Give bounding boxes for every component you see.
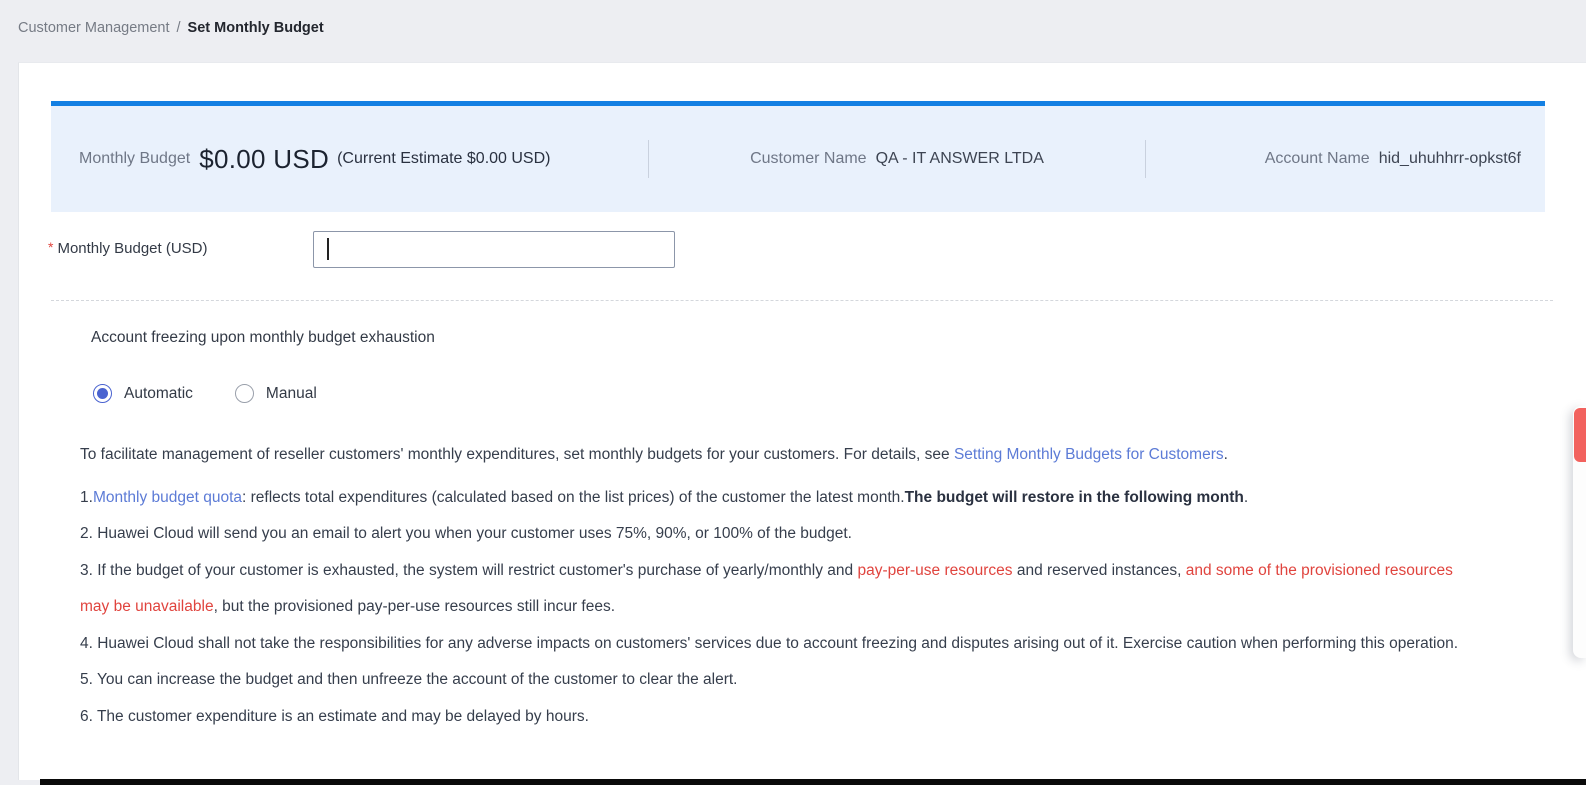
intro-text: To facilitate management of reseller cus… [80,446,954,463]
item3-red-1: pay-per-use resources [857,562,1012,579]
item3-text-3: , but the provisioned pay-per-use resour… [214,598,615,615]
breadcrumb-set-monthly-budget: Set Monthly Budget [188,20,324,36]
account-name-value: hid_uhuhhrr-opkst6f [1379,150,1521,168]
window-bottom-edge [40,779,1586,785]
breadcrumb-customer-management[interactable]: Customer Management [18,20,170,36]
customer-name-value: QA - IT ANSWER LTDA [876,150,1044,168]
item1-number: 1. [80,489,93,506]
item1-text: : reflects total expenditures (calculate… [242,489,905,506]
radio-automatic-label: Automatic [124,385,193,403]
monthly-budget-field-label: *Monthly Budget (USD) [48,239,208,257]
feedback-tab-icon[interactable] [1574,408,1586,462]
customer-name-label: Customer Name [750,150,866,168]
breadcrumb: Customer Management / Set Monthly Budget [18,20,324,36]
note-item-6: 6. The customer expenditure is an estima… [80,699,1486,736]
item3-text-2: and reserved instances, [1013,562,1186,579]
account-name-label: Account Name [1265,150,1370,168]
setting-monthly-budgets-link[interactable]: Setting Monthly Budgets for Customers [954,446,1224,463]
item1-bold-text: The budget will restore in the following… [905,489,1244,506]
radio-manual-label: Manual [266,385,317,403]
account-freezing-label: Account freezing upon monthly budget exh… [91,329,435,347]
text-cursor [327,238,329,260]
intro-period: . [1224,446,1228,463]
item3-text-1: 3. If the budget of your customer is exh… [80,562,857,579]
summary-monthly-budget: Monthly Budget $0.00 USD (Current Estima… [51,144,648,175]
budget-summary-panel: Monthly Budget $0.00 USD (Current Estima… [51,101,1545,212]
monthly-budget-quota-link[interactable]: Monthly budget quota [93,489,242,506]
set-monthly-budget-page: Customer Management / Set Monthly Budget… [0,0,1586,785]
note-item-5: 5. You can increase the budget and then … [80,662,1486,699]
note-item-1: 1.Monthly budget quota: reflects total e… [80,480,1486,517]
breadcrumb-separator: / [177,20,181,36]
monthly-budget-value: $0.00 USD [199,144,329,175]
freezing-mode-radio-group: Automatic Manual [93,384,317,403]
radio-automatic[interactable]: Automatic [93,384,193,403]
radio-selected-icon[interactable] [93,384,112,403]
monthly-budget-label: Monthly Budget [79,150,190,168]
notes-intro: To facilitate management of reseller cus… [80,437,1486,474]
note-item-2: 2. Huawei Cloud will send you an email t… [80,516,1486,553]
note-item-3: 3. If the budget of your customer is exh… [80,553,1486,626]
dashed-divider [51,300,1553,301]
current-estimate-value: (Current Estimate $0.00 USD) [337,150,550,168]
note-item-4: 4. Huawei Cloud shall not take the respo… [80,626,1486,663]
item1-period: . [1244,489,1248,506]
radio-unselected-icon[interactable] [235,384,254,403]
floating-side-widget[interactable] [1573,406,1586,658]
budget-notes: To facilitate management of reseller cus… [80,437,1486,735]
summary-customer-name: Customer Name QA - IT ANSWER LTDA [649,150,1145,168]
monthly-budget-input[interactable] [313,231,675,268]
radio-manual[interactable]: Manual [235,384,317,403]
summary-account-name: Account Name hid_uhuhhrr-opkst6f [1146,150,1545,168]
required-marker: * [48,239,53,255]
monthly-budget-field-label-text: Monthly Budget (USD) [57,240,207,257]
